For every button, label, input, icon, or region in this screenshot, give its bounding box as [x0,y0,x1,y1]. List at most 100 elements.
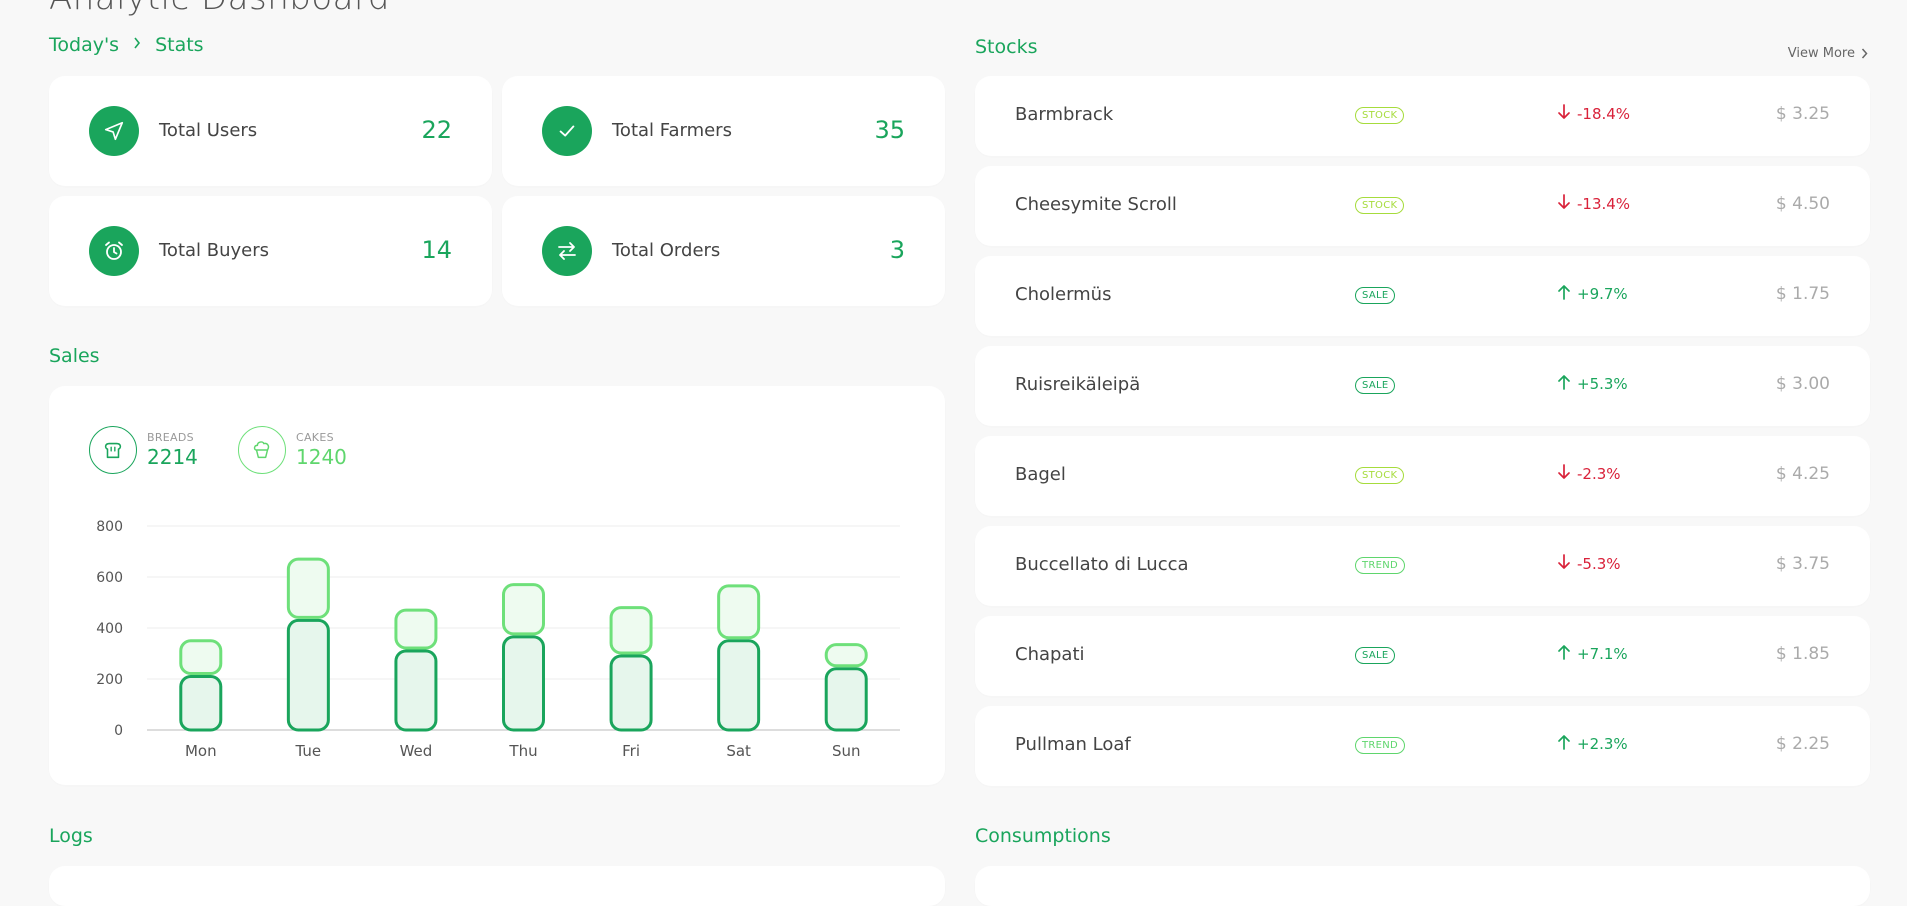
stock-row[interactable]: Bagel STOCK -2.3% $ 4.25 [975,436,1870,516]
stock-change-value: -2.3% [1577,465,1621,483]
stock-badge: SALE [1355,377,1396,394]
stock-price: $ 4.25 [1775,464,1830,484]
stock-change: +5.3% [1557,374,1628,394]
stat-card-total-buyers: Total Buyers 14 [49,196,492,306]
stock-row[interactable]: Pullman Loaf TREND +2.3% $ 2.25 [975,706,1870,786]
bar-breads [824,667,868,732]
legend-breads[interactable]: BREADS 2214 [89,426,198,474]
x-tick-label: Fri [622,742,640,760]
stock-change-value: +2.3% [1577,735,1628,753]
stock-change: +7.1% [1557,644,1628,664]
bar-cakes [286,557,330,619]
stock-row[interactable]: Cheesymite Scroll STOCK -13.4% $ 4.50 [975,166,1870,246]
stock-badge: TREND [1355,737,1406,754]
stat-value: 3 [889,236,905,264]
stock-change-value: +9.7% [1577,285,1628,303]
legend-caption: CAKES [296,431,334,444]
chevron-right-icon [1861,48,1868,59]
send-icon [89,106,139,156]
stock-price: $ 1.85 [1775,644,1830,664]
legend-value: 1240 [296,445,347,469]
stock-row[interactable]: Cholermüs SALE +9.7% $ 1.75 [975,256,1870,336]
stock-row[interactable]: Barmbrack STOCK -18.4% $ 3.25 [975,76,1870,156]
stock-change-value: -13.4% [1577,195,1631,213]
bar-cakes [502,583,545,636]
stat-card-total-users: Total Users 22 [49,76,492,186]
bar-breads [609,654,653,732]
bread-icon [89,426,137,474]
stock-badge: SALE [1355,287,1396,304]
x-tick-label: Sun [832,742,861,760]
stock-price: $ 3.00 [1775,374,1830,394]
swap-arrows-icon [542,226,592,276]
bar-breads [179,674,223,732]
stock-change-value: +7.1% [1577,645,1628,663]
breadcrumb-stats: Stats [155,34,204,56]
stock-price: $ 2.25 [1775,734,1830,754]
stat-card-total-orders: Total Orders 3 [502,196,945,306]
stock-name: Barmbrack [1015,104,1114,125]
stat-label: Total Orders [612,240,721,261]
y-tick-label: 0 [114,723,123,739]
stocks-heading: Stocks [975,36,1038,58]
stock-name: Cholermüs [1015,284,1112,305]
legend-value: 2214 [147,445,198,469]
stock-change: +2.3% [1557,734,1628,754]
stock-price: $ 3.25 [1775,104,1830,124]
x-tick-label: Tue [295,742,322,760]
stock-price: $ 1.75 [1775,284,1830,304]
cupcake-icon [238,426,286,474]
breadcrumb-today[interactable]: Today's [49,34,119,56]
legend-cakes[interactable]: CAKES 1240 [238,426,347,474]
bar-cakes [609,606,653,655]
consumptions-card [975,866,1870,906]
arrow-down-icon [1557,194,1571,214]
bar-breads [717,639,761,732]
stock-badge: TREND [1355,557,1406,574]
logs-heading: Logs [49,825,93,847]
y-tick-label: 600 [96,570,123,586]
stock-name: Ruisreikäleipä [1015,374,1141,395]
stock-name: Bagel [1015,464,1066,485]
page-title: Analytic Dashboard [49,0,390,18]
arrow-up-icon [1557,734,1571,754]
chevron-right-icon [133,37,141,53]
view-more-label: View More [1787,46,1855,61]
logs-card [49,866,945,906]
arrow-up-icon [1557,644,1571,664]
y-tick-label: 200 [96,672,123,688]
stat-label: Total Farmers [612,120,732,141]
stock-row[interactable]: Ruisreikäleipä SALE +5.3% $ 3.00 [975,346,1870,426]
alarm-clock-icon [89,226,139,276]
x-tick-label: Wed [400,742,433,760]
stock-badge: SALE [1355,647,1396,664]
stat-card-total-farmers: Total Farmers 35 [502,76,945,186]
view-more-link[interactable]: View More [1788,46,1868,61]
consumptions-heading: Consumptions [975,825,1111,847]
stock-change-value: +5.3% [1577,375,1628,393]
bar-cakes [394,608,438,650]
bar-breads [286,618,330,732]
x-tick-label: Sat [726,742,751,760]
bar-breads [502,635,545,732]
stock-row[interactable]: Buccellato di Lucca TREND -5.3% $ 3.75 [975,526,1870,606]
arrow-up-icon [1557,374,1571,394]
stat-label: Total Buyers [159,240,270,261]
stock-name: Pullman Loaf [1015,734,1131,755]
stock-name: Cheesymite Scroll [1015,194,1177,215]
stock-change: -2.3% [1557,464,1621,484]
arrow-up-icon [1557,284,1571,304]
stock-change: +9.7% [1557,284,1628,304]
bar-cakes [179,639,223,675]
stat-value: 22 [421,116,452,144]
stock-price: $ 3.75 [1775,554,1830,574]
stock-row[interactable]: Chapati SALE +7.1% $ 1.85 [975,616,1870,696]
legend-caption: BREADS [147,431,194,444]
arrow-down-icon [1557,464,1571,484]
stat-value: 14 [421,236,452,264]
stock-badge: STOCK [1355,107,1405,124]
y-tick-label: 400 [96,621,123,637]
bar-breads [394,649,438,732]
stock-name: Buccellato di Lucca [1015,554,1189,575]
stock-badge: STOCK [1355,467,1405,484]
